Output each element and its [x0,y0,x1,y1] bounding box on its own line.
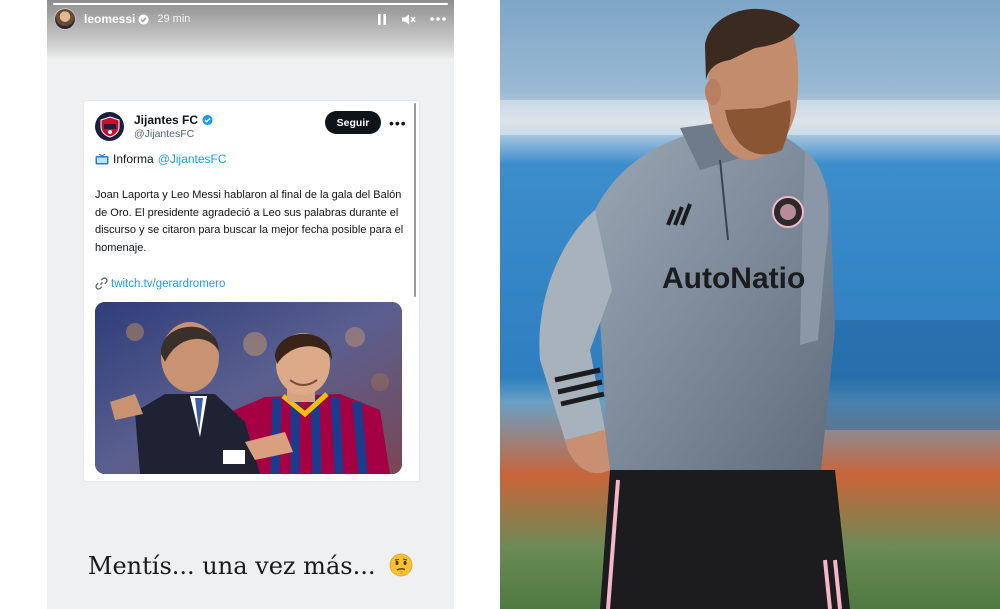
tweet-informa-line: Informa @JijantesFC [95,152,227,166]
tweet-account-name[interactable]: Jijantes FC [134,113,213,127]
tweet-account-name-text: Jijantes FC [134,113,199,127]
television-icon [95,153,109,164]
informa-mention-link[interactable]: @JijantesFC [158,152,227,166]
tweet-scrollbar[interactable] [414,103,416,297]
tweet-photo[interactable] [95,302,402,474]
laporta-messi-photo [95,302,402,474]
verified-badge-icon [138,13,149,25]
story-progress-bar [53,3,448,5]
informa-label: Informa [113,152,154,166]
tweet-account-avatar[interactable] [95,112,124,141]
jijantes-logo [100,115,119,138]
tweet-link-text: twitch.tv/gerardromero [111,277,226,290]
instagram-story: leomessi 29 min Jijantes FC @JijantesFC … [47,0,454,609]
mute-icon[interactable] [401,13,416,26]
verified-badge-icon [202,114,213,126]
story-caption: Mentís... una vez más... [47,552,454,580]
story-top-gradient: leomessi 29 min [47,0,454,58]
tweet-more-options-icon[interactable]: ••• [389,115,407,131]
story-progress-fill [53,3,448,5]
story-timestamp: 29 min [157,13,191,25]
story-controls [377,13,446,26]
story-username[interactable]: leomessi [84,12,135,26]
confused-face-emoji-icon [389,553,413,577]
sponsor-text: AutoNatio [662,262,805,295]
tweet-link[interactable]: twitch.tv/gerardromero [95,277,225,290]
pause-icon[interactable] [377,13,387,26]
embedded-tweet[interactable]: Jijantes FC @JijantesFC Seguir ••• Infor… [84,101,419,481]
messi-inter-miami-photo: AutoNatio [500,0,1000,609]
story-avatar[interactable] [54,8,76,30]
tweet-handle[interactable]: @JijantesFC [134,128,194,140]
more-options-icon[interactable] [430,17,446,21]
story-caption-text: Mentís... una vez más... [87,552,376,580]
story-header: leomessi 29 min [54,7,446,31]
link-icon [95,277,108,290]
tweet-body-text: Joan Laporta y Leo Messi hablaron al fin… [95,189,404,254]
player-illustration: AutoNatio [500,0,1000,609]
follow-button[interactable]: Seguir [325,111,381,134]
